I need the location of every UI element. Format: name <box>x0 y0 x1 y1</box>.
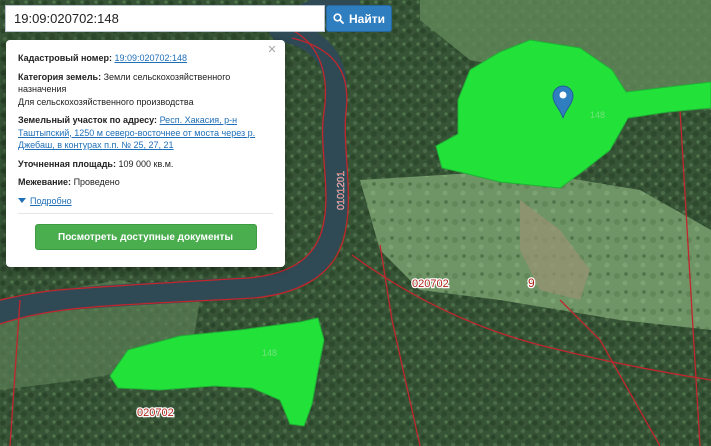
block-number: 9 <box>528 276 535 290</box>
quarter-label-right: 020702 <box>412 278 449 290</box>
search-icon <box>333 13 344 24</box>
area-row: Уточненная площадь: 109 000 кв.м. <box>18 158 273 171</box>
area-value: 109 000 кв.м. <box>118 158 174 169</box>
search-bar <box>5 5 325 32</box>
river-label: 0101201 <box>336 171 347 210</box>
survey-label: Межевание: <box>18 177 72 187</box>
address-label: Земельный участок по адресу: <box>18 115 158 125</box>
quarter-label-bottom: 020702 <box>137 407 174 419</box>
parcel-number-bottom: 148 <box>262 348 277 358</box>
cadastral-label: Кадастровый номер: <box>18 53 112 63</box>
search-input[interactable] <box>5 5 325 32</box>
category-label: Категория земель: <box>18 71 102 82</box>
more-link[interactable]: Подробно <box>30 195 72 208</box>
usage-value: Для сельскохозяйственного производства <box>18 96 194 107</box>
survey-row: Межевание: Проведено <box>18 176 273 189</box>
close-icon[interactable]: × <box>265 42 279 57</box>
more-toggle[interactable]: Подробно <box>18 195 273 214</box>
search-button-label: Найти <box>349 11 385 26</box>
survey-value: Проведено <box>73 177 120 187</box>
category-row: Категория земель: Земли сельскохозяйстве… <box>18 71 273 109</box>
cadastral-row: Кадастровый номер: 19:09:020702:148 <box>18 52 273 65</box>
area-label: Уточненная площадь: <box>18 158 116 169</box>
parcel-number-top: 148 <box>590 110 605 120</box>
view-documents-button[interactable]: Посмотреть доступные документы <box>34 224 257 250</box>
search-button[interactable]: Найти <box>326 5 392 32</box>
address-row: Земельный участок по адресу: Респ. Хакас… <box>18 114 273 152</box>
cadastral-number-link[interactable]: 19:09:020702:148 <box>114 53 187 63</box>
parcel-info-popup: × Кадастровый номер: 19:09:020702:148 Ка… <box>6 40 285 267</box>
triangle-down-icon <box>18 198 26 204</box>
